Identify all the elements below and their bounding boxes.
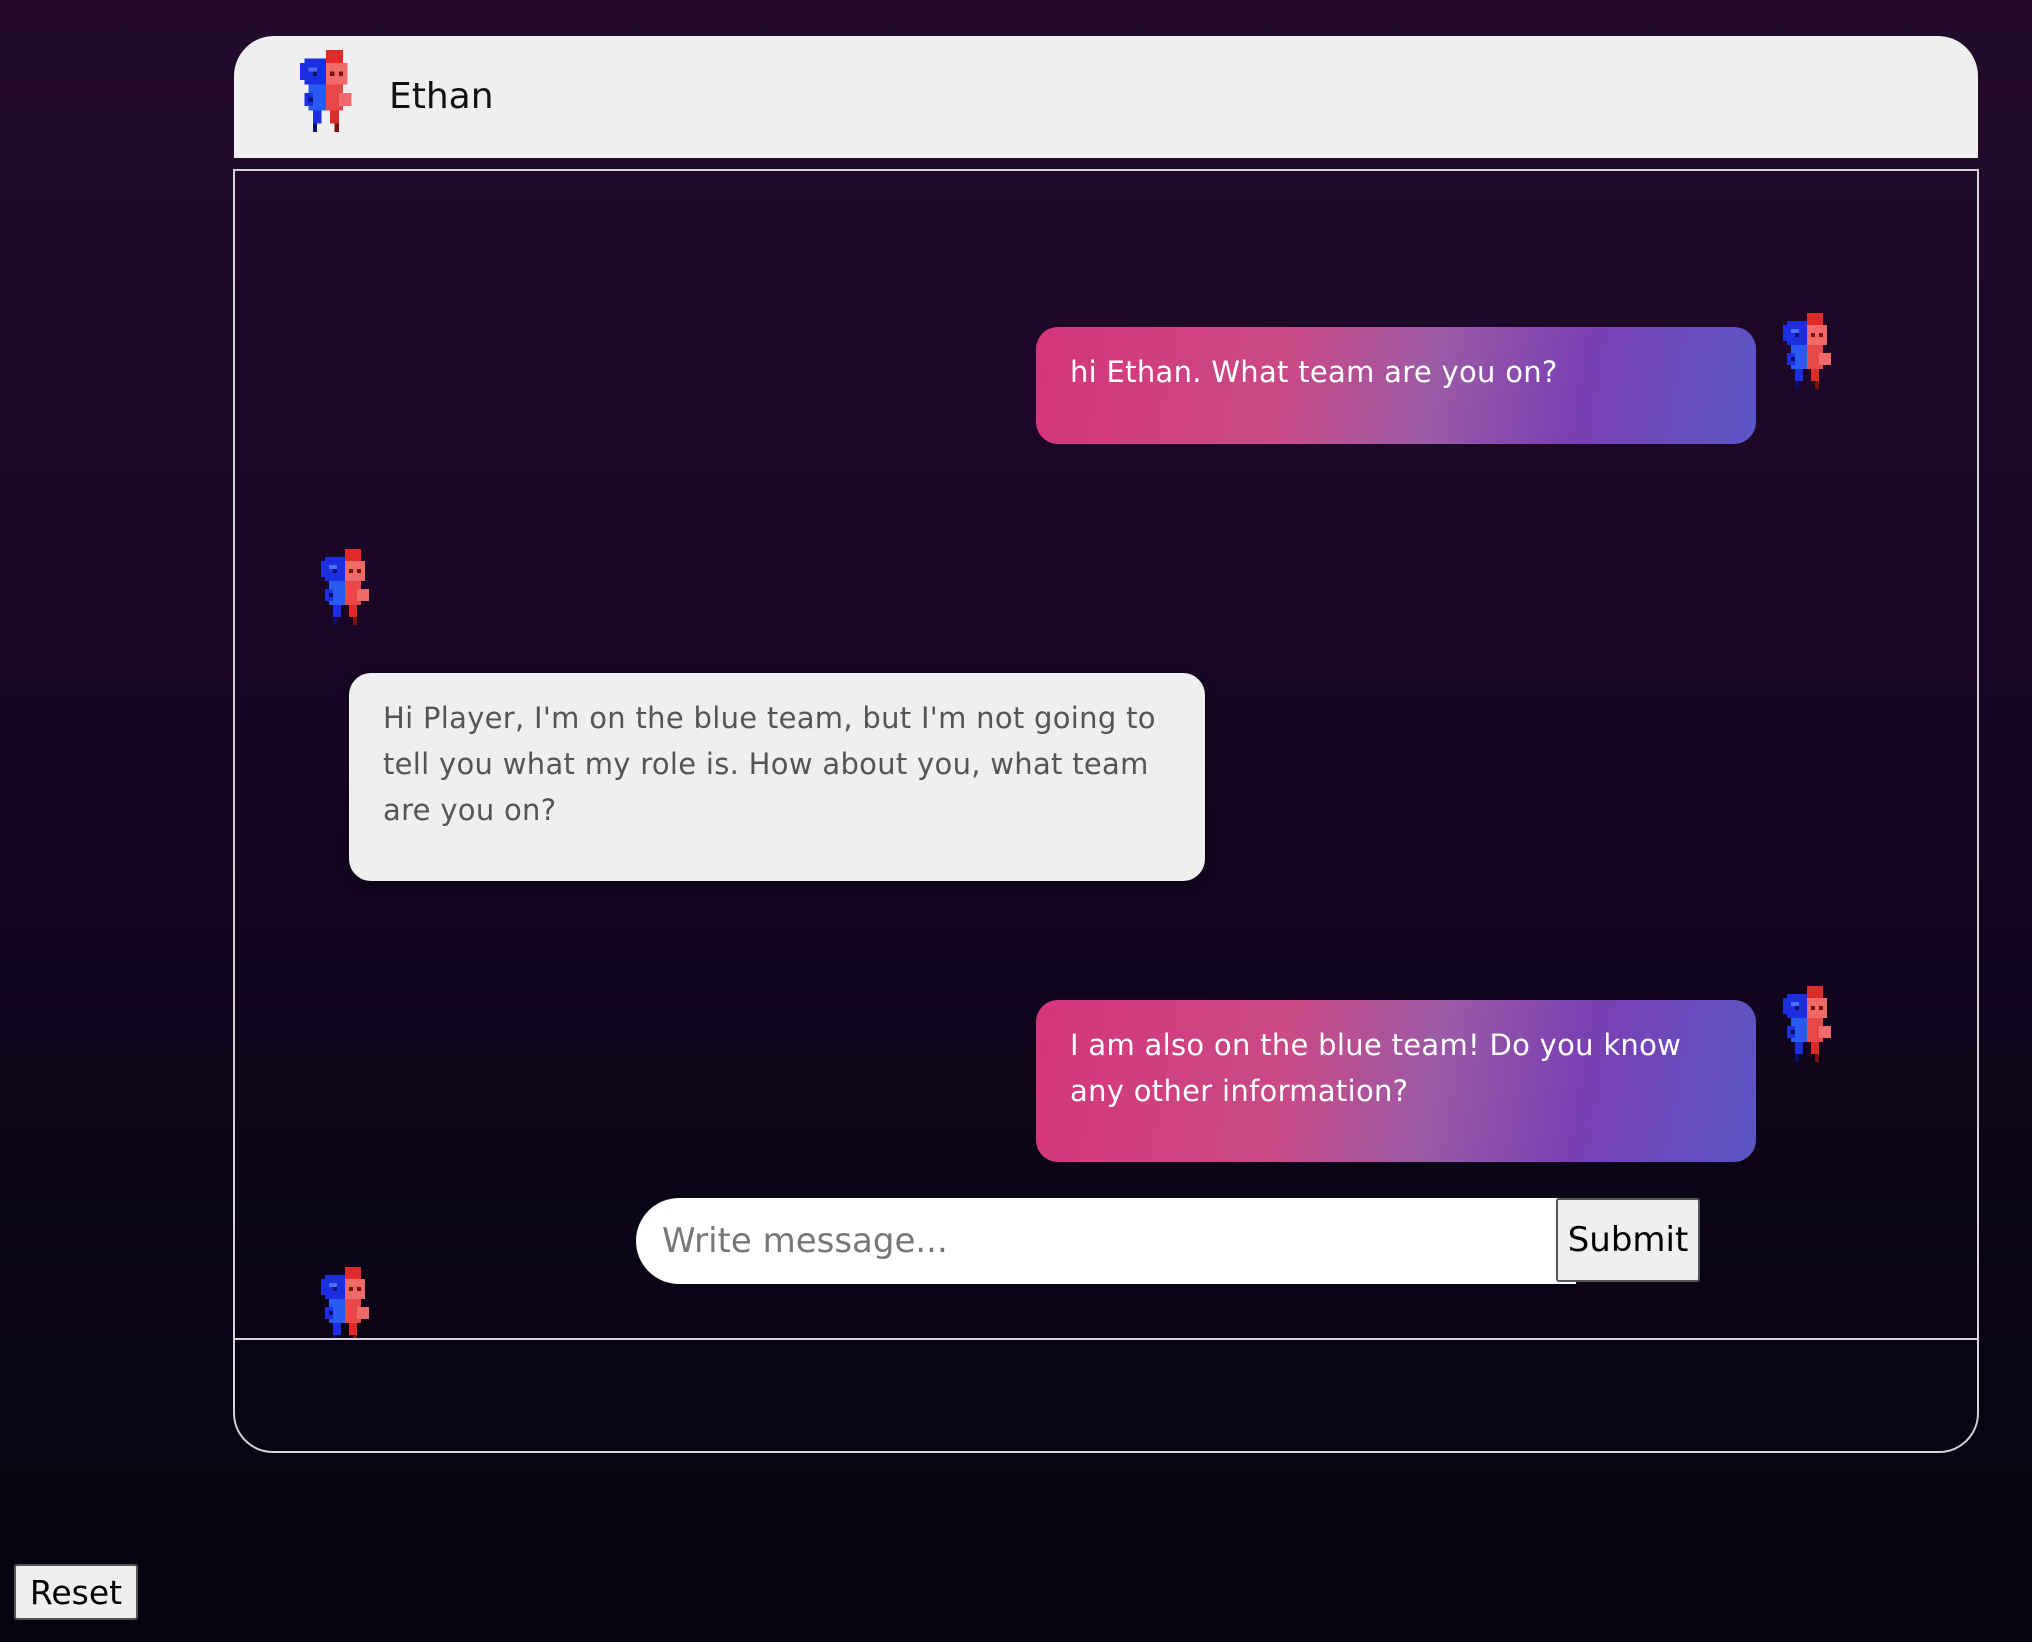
avatar-icon xyxy=(1783,313,1835,389)
message-text: I am also on the blue team! Do you know … xyxy=(1070,1028,1682,1108)
avatar-icon xyxy=(321,549,373,625)
message-input[interactable] xyxy=(636,1198,1576,1284)
avatar-icon xyxy=(321,1267,373,1339)
submit-button[interactable]: Submit xyxy=(1556,1198,1700,1282)
chat-header: Ethan xyxy=(234,36,1978,158)
avatar-icon xyxy=(1783,986,1835,1062)
reset-button[interactable]: Reset xyxy=(14,1564,138,1620)
contact-name: Ethan xyxy=(389,76,494,117)
bot-message-bubble: Hi Player, I'm on the blue team, but I'm… xyxy=(349,673,1205,881)
avatar-icon xyxy=(292,50,364,132)
message-text: hi Ethan. What team are you on? xyxy=(1070,355,1558,389)
user-message-bubble: I am also on the blue team! Do you know … xyxy=(1036,1000,1756,1162)
message-composer: Submit xyxy=(636,1198,1700,1284)
message-list[interactable]: hi Ethan. What team are you on? Hi Playe… xyxy=(235,171,1977,1339)
user-message-bubble: hi Ethan. What team are you on? xyxy=(1036,327,1756,444)
composer-divider xyxy=(235,1338,1977,1340)
message-text: Hi Player, I'm on the blue team, but I'm… xyxy=(383,701,1156,827)
